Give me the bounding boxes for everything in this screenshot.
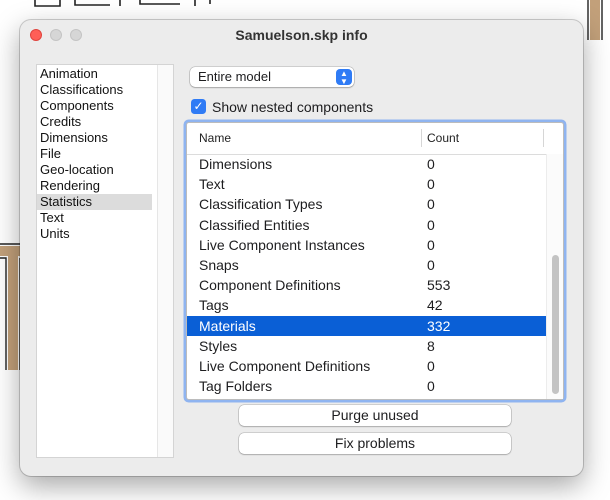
fix-problems-button[interactable]: Fix problems [239,433,511,454]
row-name: Classified Entities [199,216,310,233]
sidebar-item-classifications[interactable]: Classifications [37,82,152,98]
table-row[interactable]: Classified Entities 0 [187,215,546,235]
row-count: 0 [427,357,435,374]
row-name: Text [199,176,225,193]
table-row[interactable]: Component Definitions 553 [187,275,546,295]
table-row[interactable]: Live Component Definitions 0 [187,356,546,376]
sidebar-item-credits[interactable]: Credits [37,114,152,130]
show-nested-components-checkbox[interactable]: ✓ [191,99,206,114]
statistics-table: Name Count Dimensions 0 Text 0 Classificat… [187,123,563,399]
row-count: 0 [427,256,435,273]
column-divider[interactable] [421,129,422,147]
sidebar-scrollbar[interactable] [157,65,173,457]
sidebar-item-text[interactable]: Text [37,210,152,226]
row-count: 8 [427,337,435,354]
purge-unused-button[interactable]: Purge unused [239,405,511,426]
up-down-chevron-icon: ▲ ▼ [336,69,352,86]
sidebar-item-units[interactable]: Units [37,226,152,242]
row-count: 332 [427,317,451,334]
table-header: Name Count [187,123,547,155]
row-name: Tags [199,297,229,314]
sidebar-item-statistics[interactable]: Statistics [37,194,152,210]
scope-select-value: Entire model [198,69,271,84]
row-count: 0 [427,378,435,395]
column-divider[interactable] [543,129,544,147]
table-row[interactable]: Text 0 [187,174,546,194]
sidebar-item-animation[interactable]: Animation [37,66,152,82]
row-name: Materials [199,317,256,334]
sidebar-item-file[interactable]: File [37,146,152,162]
row-name: Tag Folders [199,378,273,395]
row-count: 0 [427,176,435,193]
table-row[interactable]: Tags 42 [187,295,546,315]
row-count: 0 [427,216,435,233]
table-row[interactable]: Live Component Instances 0 [187,235,546,255]
background-drawing-right [587,0,603,40]
row-name: Component Definitions [199,277,341,294]
category-sidebar: Animation Classifications Components Cre… [37,65,173,457]
row-count: 0 [427,196,435,213]
row-count: 0 [427,236,435,253]
sidebar-item-geo-location[interactable]: Geo-location [37,162,152,178]
table-scrollbar[interactable] [546,154,563,399]
table-row[interactable]: Styles 8 [187,336,546,356]
show-nested-components-label: Show nested components [212,99,374,115]
row-name: Snaps [199,256,239,273]
sidebar-item-components[interactable]: Components [37,98,152,114]
table-row[interactable]: Snaps 0 [187,255,546,275]
row-count: 553 [427,277,451,294]
background-drawing-top [34,0,211,7]
column-header-count[interactable]: Count [427,131,459,145]
row-count: 42 [427,297,443,314]
row-name: Dimensions [199,156,273,172]
row-name: Live Component Instances [199,236,365,253]
model-info-window: Samuelson.skp info Animation Classificat… [20,20,583,476]
table-body: Dimensions 0 Text 0 Classification Types 0 … [187,154,546,396]
row-count: 0 [427,156,435,172]
sidebar-item-dimensions[interactable]: Dimensions [37,130,152,146]
table-row[interactable]: Tag Folders 0 [187,376,546,396]
table-scrollbar-thumb[interactable] [552,255,559,394]
table-row[interactable]: Classification Types 0 [187,194,546,214]
sidebar-item-rendering[interactable]: Rendering [37,178,152,194]
scope-select[interactable]: Entire model ▲ ▼ [190,67,354,87]
row-name: Classification Types [199,196,323,213]
row-name: Styles [199,337,238,354]
row-name: Live Component Definitions [199,357,371,374]
column-header-name[interactable]: Name [199,131,231,145]
table-row[interactable]: Dimensions 0 [187,154,546,174]
window-title: Samuelson.skp info [235,27,368,43]
table-row-selected[interactable]: Materials 332 [187,315,546,336]
title-bar[interactable]: Samuelson.skp info [20,20,583,50]
